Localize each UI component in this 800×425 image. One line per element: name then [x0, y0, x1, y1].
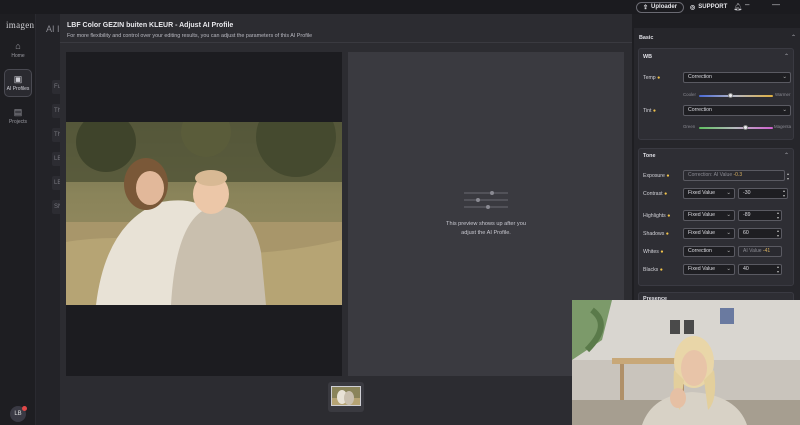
shadows-value-input[interactable]: 60 ▴ ▾ — [738, 228, 782, 239]
modal-title: LBF Color GEZIN buiten KLEUR - Adjust AI… — [67, 22, 234, 29]
chevron-down-icon: ⌄ — [726, 230, 731, 236]
highlights-mode-select[interactable]: Fixed Value ⌄ — [683, 210, 735, 221]
chevron-up-icon[interactable]: ⌃ — [784, 53, 789, 60]
support-icon: ◎ — [690, 4, 696, 11]
sliders-icon — [464, 191, 508, 209]
background-panel — [36, 14, 60, 425]
top-actions: ⇪ Uploader ◎ SUPPORT 🔔︎ — [636, 0, 742, 14]
tint-slider-knob[interactable] — [743, 125, 748, 130]
chevron-down-icon: ⌄ — [726, 212, 731, 218]
image-thumbnail[interactable] — [331, 386, 361, 406]
contrast-label: Contrast ● — [643, 191, 668, 197]
whites-mode-select[interactable]: Correction ⌄ — [683, 246, 735, 257]
projects-icon: ▤ — [13, 107, 23, 117]
stepper-icon[interactable]: ▴ ▾ — [787, 171, 789, 181]
thumbnail-strip — [328, 382, 364, 412]
webcam-overlay — [572, 300, 800, 425]
stepper-icon[interactable]: ▴ ▾ — [777, 210, 779, 220]
original-image-pane — [66, 52, 342, 376]
app-logo: imagen — [6, 20, 35, 30]
chevron-up-icon[interactable]: ⌃ — [784, 152, 789, 159]
ai-profiles-icon: ▣ — [13, 74, 23, 84]
close-window-icon[interactable]: — — [772, 0, 780, 9]
chevron-down-icon: ⌄ — [726, 190, 731, 196]
tint-min-label: Green — [683, 124, 696, 129]
shadows-mode-select[interactable]: Fixed Value ⌄ — [683, 228, 735, 239]
rail-projects-button[interactable]: ▤ Projects — [4, 102, 32, 130]
left-rail: ⌂ Home ▣ AI Profiles ▤ Projects — [0, 14, 36, 425]
stepper-icon[interactable]: ▴ ▾ — [777, 228, 779, 238]
exposure-label: Exposure ● — [643, 173, 670, 179]
temp-slider-knob[interactable] — [728, 93, 733, 98]
blacks-value-input[interactable]: 40 ▴ ▾ — [738, 264, 782, 275]
divider — [60, 42, 632, 43]
original-photo — [66, 122, 342, 305]
whites-label: Whites ● — [643, 249, 664, 255]
rail-home-button[interactable]: ⌂ Home — [4, 36, 32, 64]
chevron-up-icon[interactable]: ⌃ — [791, 34, 796, 41]
tint-max-label: Magenta — [774, 124, 792, 129]
contrast-mode-select[interactable]: Fixed Value ⌄ — [683, 188, 735, 199]
temp-slider[interactable] — [699, 95, 773, 97]
tone-section: Tone ⌃ Exposure ● Correction: AI Value -… — [638, 148, 794, 286]
temp-min-label: Cooler — [683, 92, 696, 97]
temp-max-label: Warmer — [775, 92, 791, 97]
wb-section-title: WB — [643, 54, 652, 60]
whites-ai-value[interactable]: AI Value -41 — [738, 246, 782, 257]
bell-icon[interactable]: 🔔︎ — [733, 3, 742, 11]
basic-section-title: Basic — [639, 35, 654, 41]
upload-icon: ⇪ — [643, 4, 649, 11]
modal-subtitle: For more flexibility and control over yo… — [67, 33, 313, 39]
wb-section: WB ⌃ Temp ● Correction ⌄ Cooler Warmer Ti… — [638, 48, 794, 140]
highlights-label: Highlights ● — [643, 213, 671, 219]
chevron-down-icon: ⌄ — [782, 107, 787, 113]
shadows-label: Shadows ● — [643, 231, 669, 237]
home-icon: ⌂ — [15, 41, 21, 51]
preview-placeholder-text: This preview shows up after you adjust t… — [446, 221, 526, 236]
chevron-down-icon: ⌄ — [726, 266, 731, 272]
highlights-value-input[interactable]: -89 ▴ ▾ — [738, 210, 782, 221]
temp-label: Temp ● — [643, 75, 661, 81]
stepper-icon[interactable]: ▴ ▾ — [783, 188, 785, 198]
stepper-icon[interactable]: ▴ ▾ — [777, 264, 779, 274]
tint-mode-select[interactable]: Correction ⌄ — [683, 105, 791, 116]
chevron-down-icon: ⌄ — [726, 248, 731, 254]
support-link[interactable]: ◎ SUPPORT — [690, 4, 727, 11]
temp-mode-select[interactable]: Correction ⌄ — [683, 72, 791, 83]
blacks-label: Blacks ● — [643, 267, 663, 273]
chevron-down-icon: ⌄ — [782, 74, 787, 80]
background-page-title: AI I — [46, 24, 60, 34]
minimize-icon[interactable]: – — [745, 0, 749, 9]
tint-label: Tint ● — [643, 108, 657, 114]
notification-dot — [22, 406, 27, 411]
tint-slider[interactable] — [699, 127, 773, 129]
adjust-ai-profile-modal: LBF Color GEZIN buiten KLEUR - Adjust AI… — [60, 14, 632, 425]
contrast-value-input[interactable]: -30 ▴ ▾ — [738, 188, 788, 199]
blacks-mode-select[interactable]: Fixed Value ⌄ — [683, 264, 735, 275]
rail-ai-profiles-button[interactable]: ▣ AI Profiles — [4, 69, 32, 97]
uploader-button[interactable]: ⇪ Uploader — [636, 1, 685, 13]
exposure-ai-value[interactable]: Correction: AI Value -0.3 — [683, 170, 785, 181]
tone-section-title: Tone — [643, 153, 656, 159]
